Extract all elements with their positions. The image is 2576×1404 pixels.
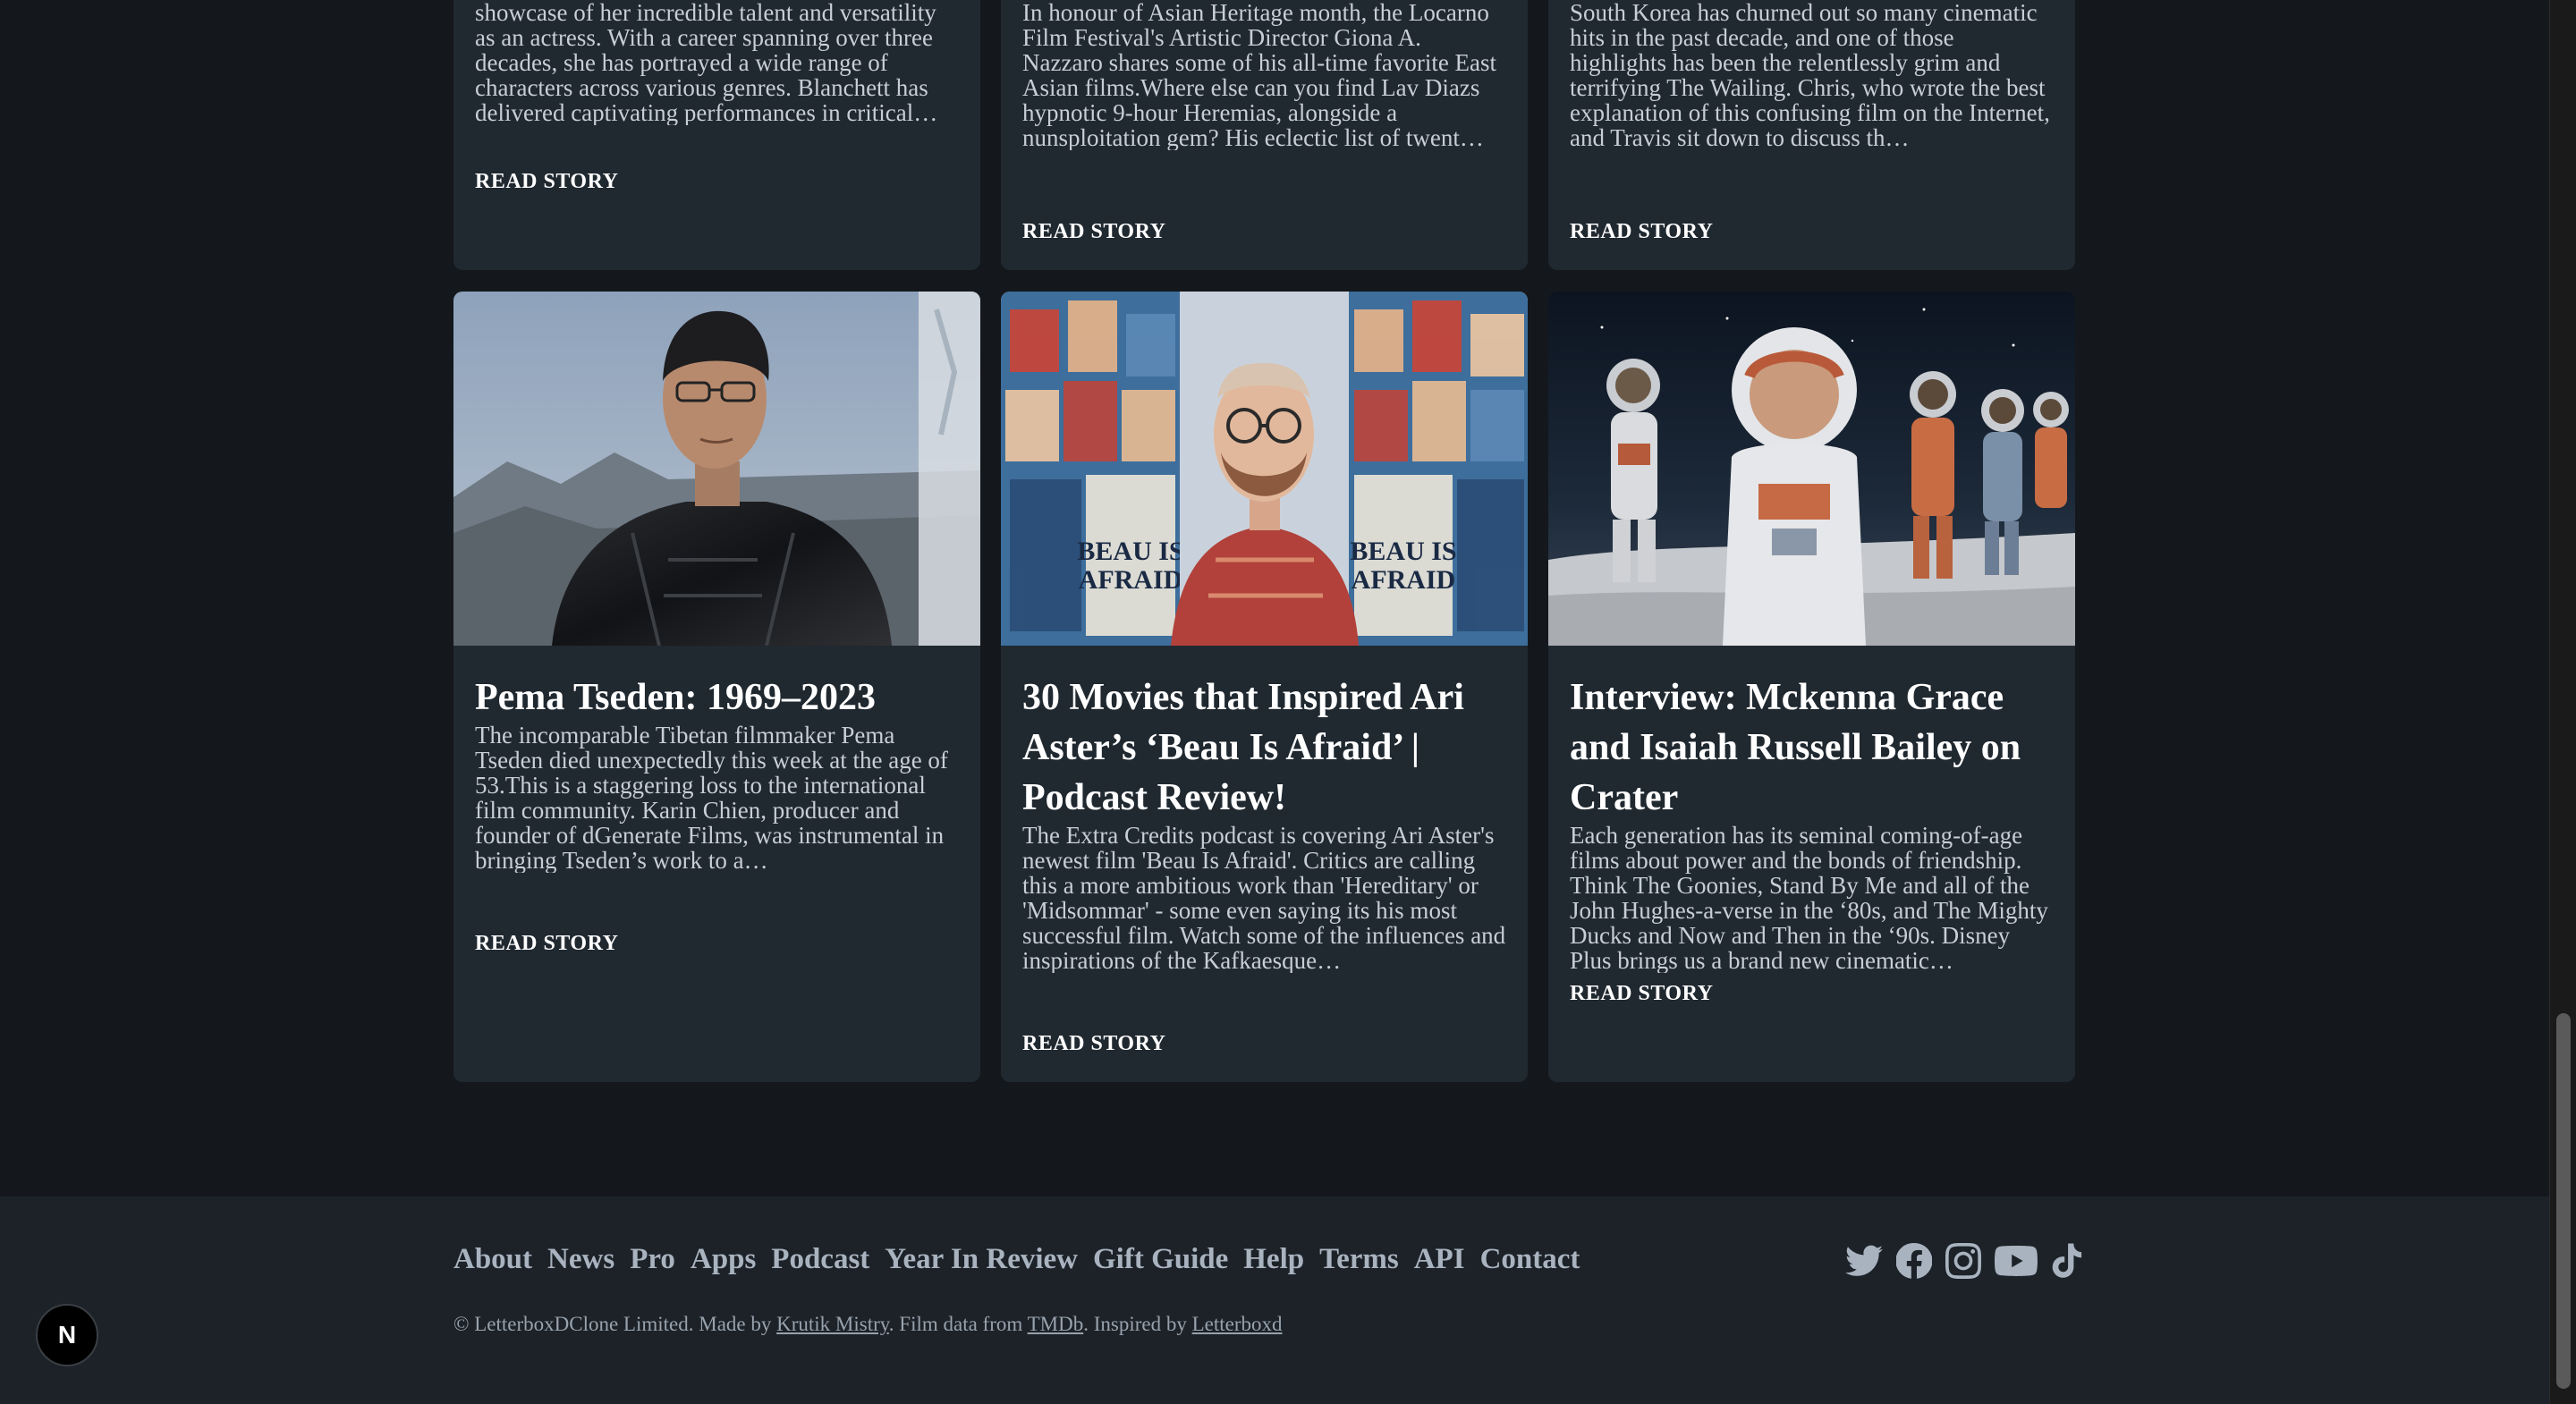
footer-link-year-in-review[interactable]: Year In Review — [885, 1243, 1078, 1276]
facebook-icon[interactable] — [1896, 1241, 1932, 1281]
nextjs-logo-icon: N — [58, 1321, 76, 1349]
story-description: showcase of her incredible talent and ve… — [475, 0, 938, 125]
read-story-link[interactable]: READ STORY — [1570, 220, 1713, 244]
footer-link-news[interactable]: News — [547, 1243, 614, 1276]
story-card[interactable]: Interview: Mckenna Grace and Isaiah Russ… — [1548, 292, 2075, 1082]
story-description: Each generation has its seminal coming-o… — [1570, 823, 2048, 973]
tmdb-link[interactable]: TMDb — [1028, 1313, 1084, 1335]
svg-text:AFRAID: AFRAID — [1352, 565, 1456, 595]
story-description: In honour of Asian Heritage month, the L… — [1022, 0, 1497, 150]
read-story-link[interactable]: READ STORY — [1022, 1032, 1165, 1056]
read-story-link[interactable]: READ STORY — [1570, 982, 1713, 1006]
youtube-icon[interactable] — [1995, 1241, 2038, 1281]
story-description: South Korea has churned out so many cine… — [1570, 0, 2050, 150]
nextjs-badge-button[interactable]: N — [36, 1304, 98, 1366]
story-card[interactable]: Pema Tseden: 1969–2023 The incomparable … — [453, 292, 980, 1082]
copyright-mid: . Film data from — [888, 1313, 1028, 1335]
copyright-text: © LetterboxDClone Limited. Made by Kruti… — [453, 1313, 1283, 1336]
twitter-icon[interactable] — [1845, 1241, 1883, 1281]
page: showcase of her incredible talent and ve… — [0, 0, 2549, 1404]
letterboxd-link[interactable]: Letterboxd — [1192, 1313, 1283, 1335]
footer-link-help[interactable]: Help — [1243, 1243, 1304, 1276]
poster-text: BEAU IS — [1077, 537, 1183, 566]
story-image[interactable]: BEAU IS AFRAID BEAU IS AFRAID — [1001, 292, 1528, 646]
story-image[interactable] — [1548, 292, 2075, 646]
footer: About News Pro Apps Podcast Year In Revi… — [0, 1197, 2549, 1404]
footer-link-api[interactable]: API — [1414, 1243, 1465, 1276]
read-story-link[interactable]: READ STORY — [475, 932, 618, 956]
story-image[interactable] — [453, 292, 980, 646]
footer-link-podcast[interactable]: Podcast — [771, 1243, 869, 1276]
footer-link-gift-guide[interactable]: Gift Guide — [1093, 1243, 1228, 1276]
footer-nav: About News Pro Apps Podcast Year In Revi… — [453, 1243, 1580, 1276]
story-title[interactable]: Interview: Mckenna Grace and Isaiah Russ… — [1570, 672, 2054, 823]
story-card[interactable]: BEAU IS AFRAID BEAU IS AFRAID 30 Movies … — [1001, 292, 1528, 1082]
story-card[interactable]: South Korea has churned out so many cine… — [1548, 0, 2075, 270]
footer-link-contact[interactable]: Contact — [1480, 1243, 1580, 1276]
copyright-prefix: © LetterboxDClone Limited. Made by — [453, 1313, 777, 1335]
read-story-link[interactable]: READ STORY — [1022, 220, 1165, 244]
story-description: The incomparable Tibetan filmmaker Pema … — [475, 723, 948, 873]
author-link[interactable]: Krutik Mistry — [776, 1313, 889, 1335]
footer-link-apps[interactable]: Apps — [691, 1243, 756, 1276]
story-card[interactable]: showcase of her incredible talent and ve… — [453, 0, 980, 270]
footer-link-about[interactable]: About — [453, 1243, 532, 1276]
svg-text:BEAU IS: BEAU IS — [1350, 537, 1456, 566]
story-description: The Extra Credits podcast is covering Ar… — [1022, 823, 1506, 973]
story-title[interactable]: 30 Movies that Inspired Ari Aster’s ‘Bea… — [1022, 672, 1506, 823]
story-card[interactable]: In honour of Asian Heritage month, the L… — [1001, 0, 1528, 270]
footer-link-pro[interactable]: Pro — [630, 1243, 675, 1276]
read-story-link[interactable]: READ STORY — [475, 170, 618, 194]
instagram-icon[interactable] — [1945, 1241, 1981, 1281]
svg-text:AFRAID: AFRAID — [1079, 565, 1183, 595]
scrollbar-thumb[interactable] — [2556, 1013, 2571, 1389]
svg-text:N: N — [58, 1321, 76, 1349]
tiktok-icon[interactable] — [2050, 1241, 2082, 1281]
story-title[interactable]: Pema Tseden: 1969–2023 — [475, 672, 959, 723]
footer-link-terms[interactable]: Terms — [1319, 1243, 1399, 1276]
copyright-mid: . Inspired by — [1083, 1313, 1192, 1335]
